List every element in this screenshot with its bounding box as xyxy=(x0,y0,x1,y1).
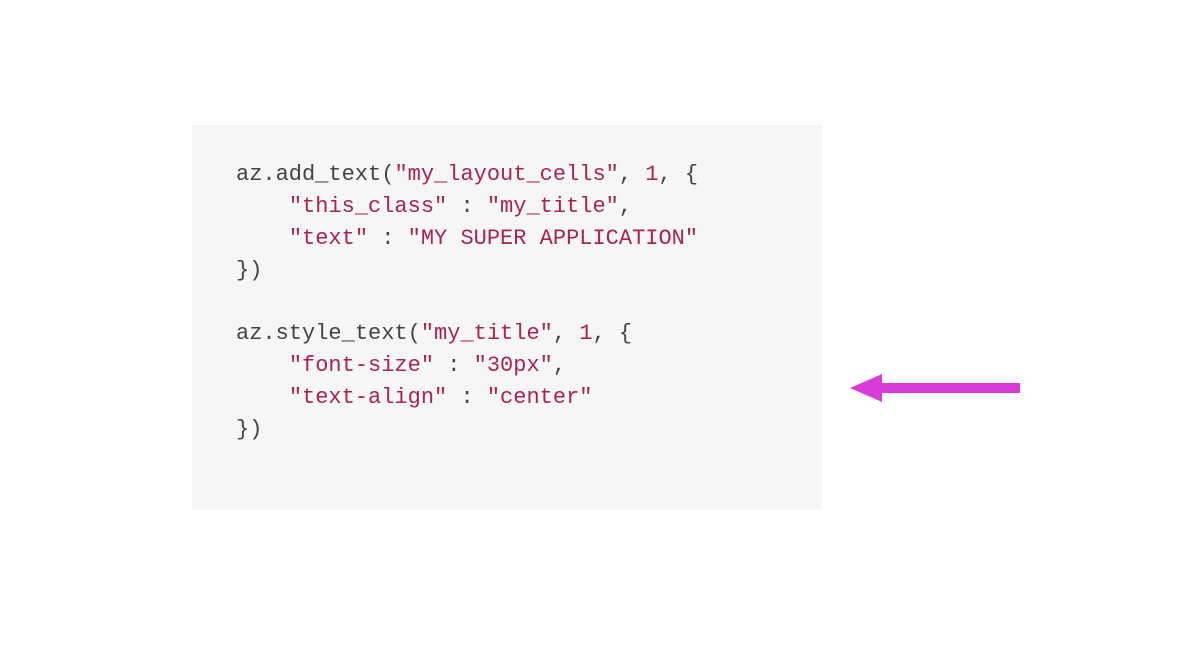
code-token: "my_title" xyxy=(421,321,553,346)
code-token: , xyxy=(619,162,645,187)
code-token: }) xyxy=(236,258,262,283)
code-token: "my_title" xyxy=(487,194,619,219)
code-token: : xyxy=(447,385,487,410)
code-token: "this_class" xyxy=(289,194,447,219)
code-token: 1 xyxy=(645,162,658,187)
code-snippet: az.add_text("my_layout_cells", 1, { "thi… xyxy=(236,159,786,446)
code-token: "text-align" xyxy=(289,385,447,410)
code-token: az.add_text( xyxy=(236,162,394,187)
code-token: 1 xyxy=(579,321,592,346)
code-token: , xyxy=(553,321,579,346)
code-token: az.style_text( xyxy=(236,321,421,346)
code-token: "my_layout_cells" xyxy=(394,162,618,187)
code-token: "font-size" xyxy=(289,353,434,378)
code-block: az.add_text("my_layout_cells", 1, { "thi… xyxy=(192,125,822,510)
code-token: "MY SUPER APPLICATION" xyxy=(408,226,698,251)
code-token: : xyxy=(368,226,408,251)
code-token: "center" xyxy=(487,385,593,410)
canvas: az.add_text("my_layout_cells", 1, { "thi… xyxy=(0,0,1178,660)
code-token: "30px" xyxy=(474,353,553,378)
code-token: : xyxy=(447,194,487,219)
code-token: }) xyxy=(236,417,262,442)
code-token: "text" xyxy=(289,226,368,251)
code-token: : xyxy=(434,353,474,378)
arrow-left-icon xyxy=(850,368,1020,408)
